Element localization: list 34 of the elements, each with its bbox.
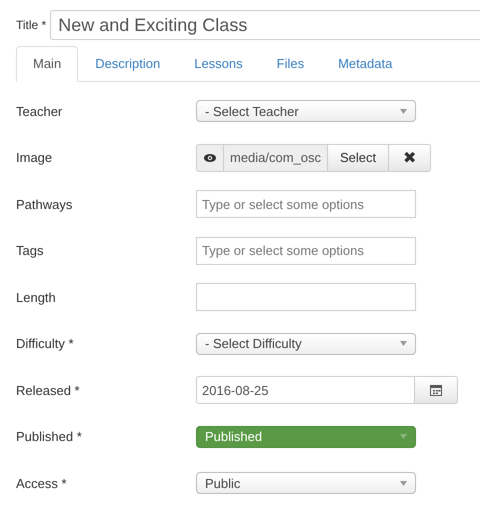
caret-icon bbox=[400, 341, 407, 346]
caret-icon bbox=[400, 480, 407, 486]
field-label: Length bbox=[16, 290, 57, 305]
caret-icon bbox=[400, 434, 407, 440]
media-path-field: media/com_osc bbox=[224, 144, 328, 172]
eye-icon bbox=[204, 154, 216, 162]
title-label: Title * bbox=[16, 18, 46, 32]
caret-icon bbox=[400, 108, 407, 114]
field-label: Published * bbox=[16, 429, 83, 444]
tab[interactable]: Metadata bbox=[321, 46, 410, 82]
preview-button[interactable] bbox=[196, 144, 224, 172]
tab[interactable]: Description bbox=[78, 46, 178, 82]
dropdown[interactable]: - Select Teacher bbox=[196, 100, 416, 122]
clear-button[interactable]: ✖ bbox=[389, 144, 432, 172]
calendar-button[interactable] bbox=[415, 376, 458, 404]
calendar-icon bbox=[430, 384, 442, 396]
field-label: Tags bbox=[16, 243, 44, 258]
text-field[interactable]: Type or select some options bbox=[196, 190, 416, 218]
field-label: Access * bbox=[16, 476, 68, 491]
tab[interactable]: Files bbox=[260, 46, 322, 82]
dropdown[interactable]: - Select Difficulty bbox=[196, 332, 416, 355]
tab[interactable]: Lessons bbox=[177, 46, 260, 82]
dropdown[interactable]: Public bbox=[196, 472, 416, 494]
field-label: Released * bbox=[16, 382, 81, 398]
date-field[interactable]: 2016-08-25 bbox=[196, 376, 415, 404]
select-button[interactable]: Select bbox=[328, 144, 390, 172]
tab[interactable]: Main bbox=[16, 46, 78, 82]
text-field[interactable]: Type or select some options bbox=[196, 236, 416, 265]
text-field[interactable] bbox=[196, 283, 416, 312]
field-label: Pathways bbox=[16, 196, 74, 212]
field-label: Teacher bbox=[16, 104, 64, 119]
field-label: Difficulty * bbox=[16, 336, 75, 352]
title-field[interactable]: New and Exciting Class bbox=[50, 10, 480, 40]
field-label: Image bbox=[16, 150, 54, 166]
